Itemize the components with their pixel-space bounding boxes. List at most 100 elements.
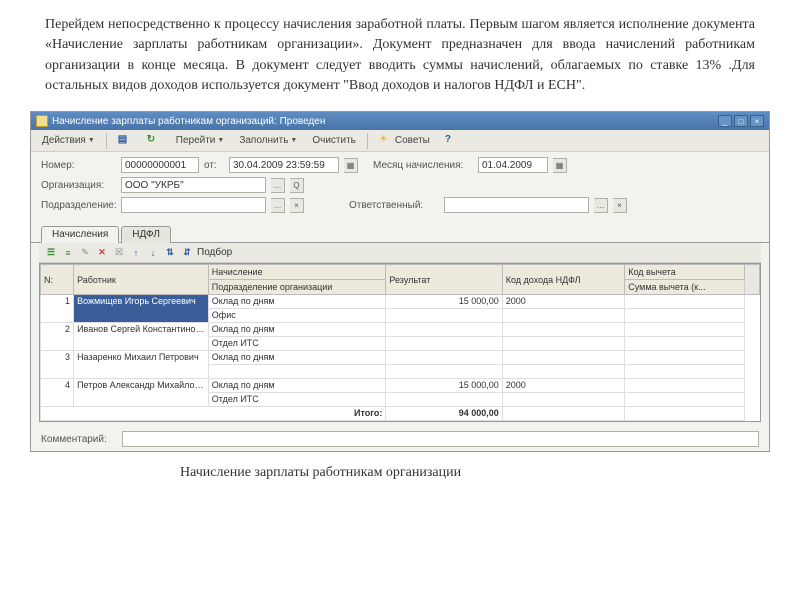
minimize-button[interactable]: _ — [718, 115, 732, 127]
dept-field[interactable] — [121, 197, 266, 213]
result-cell[interactable] — [386, 323, 502, 337]
dept-select-icon[interactable]: … — [271, 198, 285, 213]
deduct-code-cell[interactable] — [625, 379, 745, 393]
dept-cell[interactable] — [208, 365, 386, 379]
col-result[interactable]: Результат — [386, 265, 502, 295]
income-code-cell[interactable]: 2000 — [502, 295, 624, 309]
date-field[interactable]: 30.04.2009 23:59:59 — [229, 157, 339, 173]
deduct-sum-cell[interactable] — [625, 393, 745, 407]
clear-rows-icon[interactable]: ☒ — [112, 246, 126, 260]
col-charge[interactable]: Начисление — [208, 265, 386, 280]
save-icon[interactable]: ▤ — [112, 132, 138, 150]
data-table: N: Работник Начисление Результат Код дох… — [39, 263, 761, 422]
org-lookup-icon[interactable]: Q — [290, 178, 304, 193]
col-charge-sub[interactable]: Подразделение организации — [208, 280, 386, 295]
dept-cell[interactable]: Отдел ИТС — [208, 337, 386, 351]
result-sub-cell[interactable] — [386, 393, 502, 407]
responsible-clear-icon[interactable]: × — [613, 198, 627, 213]
result-sub-cell[interactable] — [386, 337, 502, 351]
app-icon — [36, 115, 48, 127]
col-n[interactable]: N: — [41, 265, 74, 295]
add-row-icon[interactable]: ☰ — [44, 246, 58, 260]
move-down-icon[interactable]: ↓ — [146, 246, 160, 260]
vertical-scrollbar[interactable] — [745, 265, 760, 295]
total-value: 94 000,00 — [386, 407, 502, 421]
col-deduct-sum[interactable]: Сумма вычета (к... — [625, 280, 745, 295]
employee-cell[interactable]: Иванов Сергей Константинович — [74, 323, 209, 351]
delete-row-icon[interactable]: ✕ — [95, 246, 109, 260]
org-field[interactable]: ООО "УКРБ" — [121, 177, 266, 193]
result-sub-cell[interactable] — [386, 365, 502, 379]
col-income-code[interactable]: Код дохода НДФЛ — [502, 265, 624, 295]
comment-label: Комментарий: — [41, 434, 116, 445]
deduct-code-cell[interactable] — [625, 295, 745, 309]
responsible-label: Ответственный: — [349, 200, 439, 211]
actions-menu[interactable]: Действия▼ — [36, 133, 101, 148]
selection-button[interactable]: Подбор — [197, 247, 232, 258]
employee-cell[interactable]: Петров Александр Михайлович — [74, 379, 209, 407]
charge-cell[interactable]: Оклад по дням — [208, 323, 386, 337]
income-sub-cell[interactable] — [502, 365, 624, 379]
deduct-sum-cell[interactable] — [625, 309, 745, 323]
income-code-cell[interactable]: 2000 — [502, 379, 624, 393]
deduct-code-cell[interactable] — [625, 323, 745, 337]
window-title: Начисление зарплаты работникам организац… — [52, 116, 325, 127]
insert-row-icon[interactable]: ≡ — [61, 246, 75, 260]
deduct-sum-cell[interactable] — [625, 365, 745, 379]
charge-cell[interactable]: Оклад по дням — [208, 379, 386, 393]
row-number[interactable]: 2 — [41, 323, 74, 351]
edit-row-icon[interactable]: ✎ — [78, 246, 92, 260]
main-toolbar: Действия▼ ▤ ↻ Перейти▼ Заполнить▼ Очисти… — [31, 130, 769, 152]
col-employee[interactable]: Работник — [74, 265, 209, 295]
result-cell[interactable]: 15 000,00 — [386, 295, 502, 309]
income-code-cell[interactable] — [502, 351, 624, 365]
col-deduct-code[interactable]: Код вычета — [625, 265, 745, 280]
deduct-sum-cell[interactable] — [625, 337, 745, 351]
tab-ndfl[interactable]: НДФЛ — [121, 226, 171, 243]
go-menu[interactable]: Перейти▼ — [170, 133, 231, 148]
figure-caption: Начисление зарплаты работникам организац… — [0, 457, 800, 481]
month-stepper-icon[interactable]: ▦ — [553, 158, 567, 173]
clear-button[interactable]: Очистить — [306, 133, 362, 148]
result-cell[interactable] — [386, 351, 502, 365]
charge-cell[interactable]: Оклад по дням — [208, 295, 386, 309]
refresh-icon[interactable]: ↻ — [141, 132, 167, 150]
from-label: от: — [204, 160, 224, 171]
dept-cell[interactable]: Офис — [208, 309, 386, 323]
row-number[interactable]: 3 — [41, 351, 74, 379]
employee-cell[interactable]: Вожмищев Игорь Сергеевич — [74, 295, 209, 323]
row-number[interactable]: 1 — [41, 295, 74, 323]
employee-cell[interactable]: Назаренко Михаил Петрович — [74, 351, 209, 379]
date-picker-icon[interactable]: ▦ — [344, 158, 358, 173]
sort-desc-icon[interactable]: ⇵ — [180, 246, 194, 260]
month-field[interactable]: 01.04.2009 — [478, 157, 548, 173]
help-icon[interactable]: ? — [439, 132, 465, 150]
maximize-button[interactable]: □ — [734, 115, 748, 127]
income-sub-cell[interactable] — [502, 337, 624, 351]
app-window: Начисление зарплаты работникам организац… — [30, 111, 770, 452]
form-area: Номер: 00000000001 от: 30.04.2009 23:59:… — [31, 152, 769, 222]
result-cell[interactable]: 15 000,00 — [386, 379, 502, 393]
responsible-select-icon[interactable]: … — [594, 198, 608, 213]
tab-accruals[interactable]: Начисления — [41, 226, 119, 243]
number-field[interactable]: 00000000001 — [121, 157, 199, 173]
fill-menu[interactable]: Заполнить▼ — [233, 133, 303, 148]
responsible-field[interactable] — [444, 197, 589, 213]
income-code-cell[interactable] — [502, 323, 624, 337]
dept-clear-icon[interactable]: × — [290, 198, 304, 213]
result-sub-cell[interactable] — [386, 309, 502, 323]
comment-field[interactable] — [122, 431, 759, 447]
title-bar: Начисление зарплаты работникам организац… — [31, 112, 769, 130]
income-sub-cell[interactable] — [502, 393, 624, 407]
income-sub-cell[interactable] — [502, 309, 624, 323]
number-label: Номер: — [41, 160, 116, 171]
close-button[interactable]: × — [750, 115, 764, 127]
charge-cell[interactable]: Оклад по дням — [208, 351, 386, 365]
deduct-code-cell[interactable] — [625, 351, 745, 365]
org-select-icon[interactable]: … — [271, 178, 285, 193]
dept-cell[interactable]: Отдел ИТС — [208, 393, 386, 407]
move-up-icon[interactable]: ↑ — [129, 246, 143, 260]
sort-asc-icon[interactable]: ⇅ — [163, 246, 177, 260]
tips-button[interactable]: ☀Советы — [373, 132, 436, 150]
row-number[interactable]: 4 — [41, 379, 74, 407]
